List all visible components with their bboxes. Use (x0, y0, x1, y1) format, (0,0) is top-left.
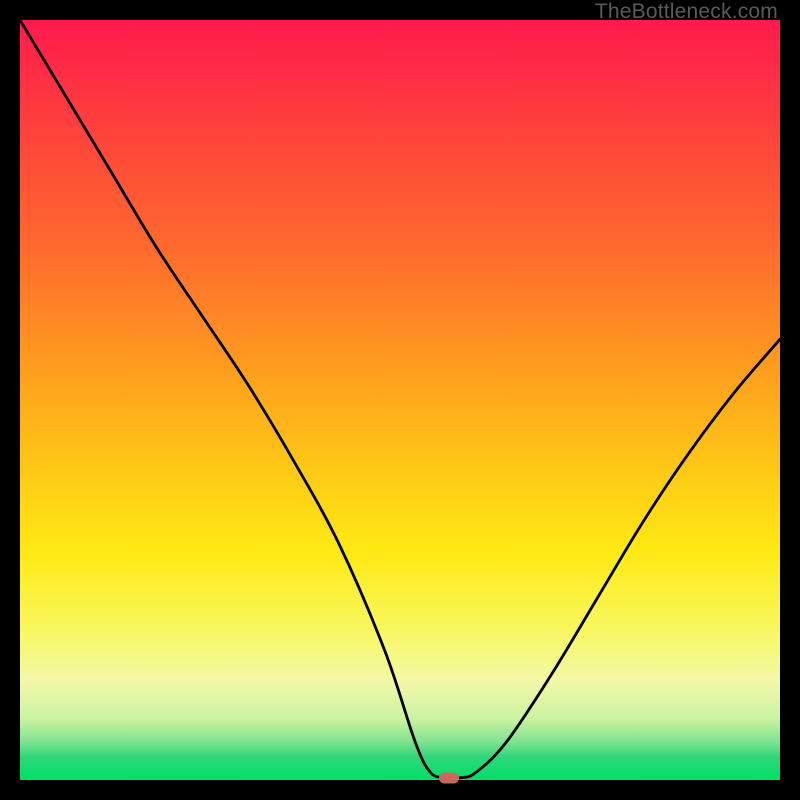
minimum-marker (439, 772, 459, 783)
plot-area (20, 20, 780, 780)
chart-frame: TheBottleneck.com (0, 0, 800, 800)
bottleneck-curve (20, 20, 780, 780)
